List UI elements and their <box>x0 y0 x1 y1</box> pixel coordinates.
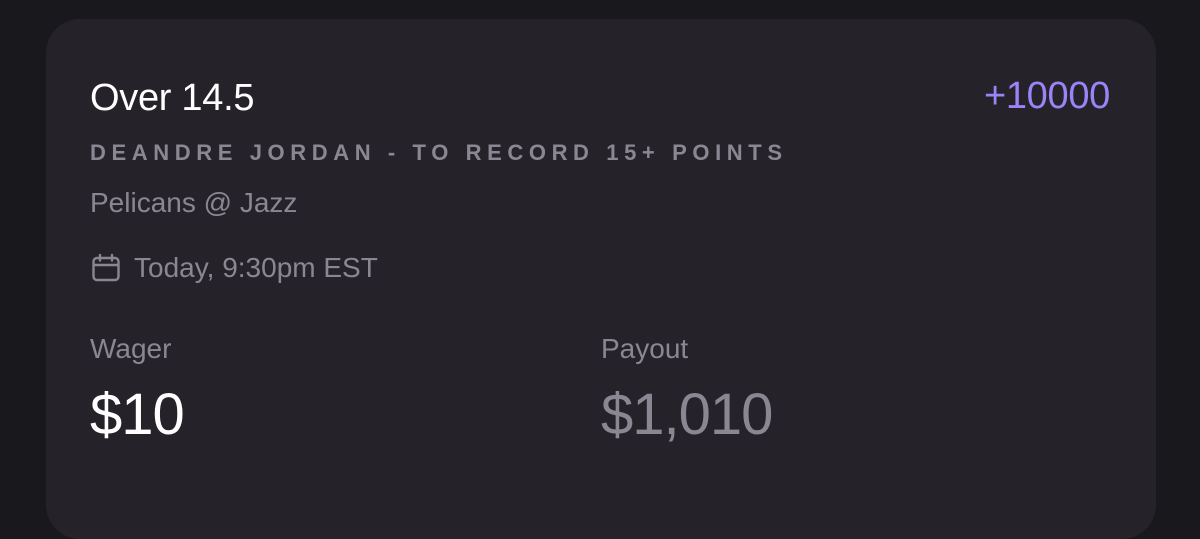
calendar-icon <box>90 252 122 284</box>
bet-card[interactable]: Over 14.5 +10000 DEANDRE JORDAN - TO REC… <box>46 19 1156 539</box>
bet-selection: Over 14.5 <box>90 77 255 119</box>
wager-amount: $10 <box>90 382 185 447</box>
bet-market: DEANDRE JORDAN - TO RECORD 15+ POINTS <box>90 140 788 165</box>
payout-amount: $1,010 <box>601 382 773 447</box>
wager-label: Wager <box>90 333 172 364</box>
payout-label: Payout <box>601 333 689 364</box>
game-datetime: Today, 9:30pm EST <box>134 252 378 283</box>
game-time-row: Today, 9:30pm EST <box>90 251 378 285</box>
bet-odds: +10000 <box>983 75 1110 117</box>
game-matchup: Pelicans @ Jazz <box>90 187 298 218</box>
